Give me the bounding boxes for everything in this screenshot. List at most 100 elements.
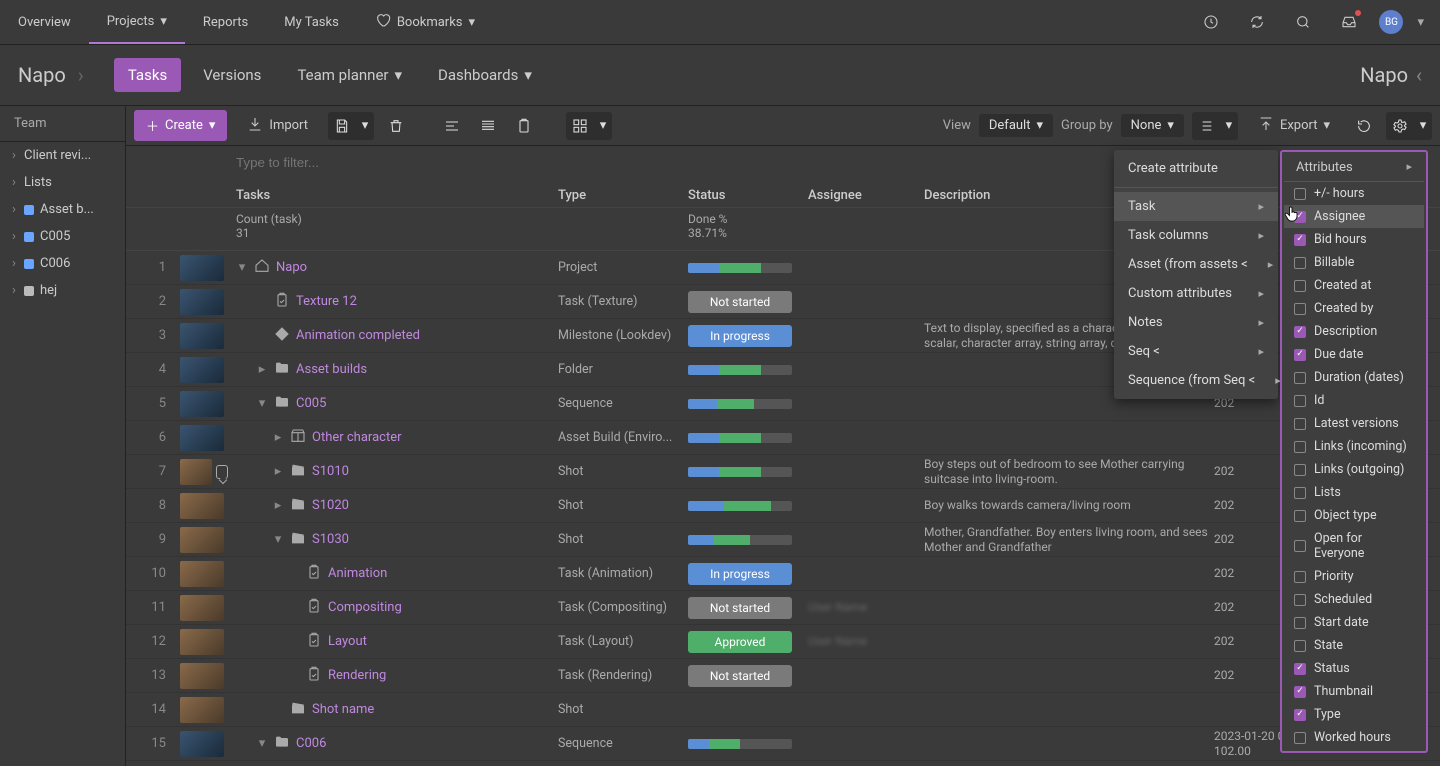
view-select[interactable]: Default▾ (979, 114, 1053, 137)
sidebar-item[interactable]: ›Asset b... (0, 196, 125, 223)
attr-item[interactable]: Object type (1284, 504, 1424, 527)
tab-tasks[interactable]: Tasks (114, 58, 181, 92)
checkbox[interactable] (1294, 594, 1306, 606)
chevron-down-icon[interactable]: ▾ (272, 532, 284, 547)
attr-item[interactable]: Duration (dates) (1284, 366, 1424, 389)
task-link[interactable]: Layout (328, 634, 367, 649)
attr-item[interactable]: Open for Everyone (1284, 527, 1424, 565)
checkbox[interactable] (1294, 617, 1306, 629)
attr-item[interactable]: State (1284, 634, 1424, 657)
align-left-icon[interactable] (438, 112, 466, 140)
list-dense-icon[interactable] (474, 112, 502, 140)
grid-view-icon[interactable] (566, 112, 594, 140)
task-link[interactable]: C005 (296, 396, 326, 411)
create-button[interactable]: ＋Create▾ (134, 110, 227, 141)
chevron-right-icon[interactable]: ▸ (272, 430, 284, 445)
attr-item[interactable]: Type (1284, 703, 1424, 726)
col-status[interactable]: Status (688, 188, 808, 203)
attr-item[interactable]: Description (1284, 320, 1424, 343)
checkbox[interactable] (1294, 418, 1306, 430)
chevron-right-icon[interactable]: ▸ (256, 362, 268, 377)
inbox-icon[interactable] (1333, 6, 1365, 38)
attr-item[interactable]: Start date (1284, 611, 1424, 634)
attr-item[interactable]: Created at (1284, 274, 1424, 297)
checkbox[interactable] (1294, 395, 1306, 407)
ctx-item[interactable]: Task▸ (1114, 192, 1278, 221)
settings-dropdown[interactable]: ▾ (1414, 112, 1432, 140)
task-link[interactable]: S1010 (312, 464, 349, 479)
chevron-down-icon[interactable]: ▾ (236, 260, 248, 275)
task-link[interactable]: Asset builds (296, 362, 367, 377)
ctx-item[interactable]: Asset (from assets <▸ (1114, 250, 1278, 279)
task-link[interactable]: Other character (312, 430, 402, 445)
task-link[interactable]: C006 (296, 736, 326, 751)
attr-item[interactable]: Lists (1284, 481, 1424, 504)
attr-item[interactable]: Billable (1284, 251, 1424, 274)
checkbox[interactable] (1294, 540, 1306, 552)
nav-my-tasks[interactable]: My Tasks (266, 0, 357, 44)
task-link[interactable]: Animation completed (296, 328, 420, 343)
sidebar-item[interactable]: ›C005 (0, 223, 125, 250)
export-button[interactable]: Export▾ (1246, 110, 1342, 142)
task-link[interactable]: Napo (276, 260, 307, 275)
checkbox[interactable] (1294, 257, 1306, 269)
clock-icon[interactable] (1195, 6, 1227, 38)
chevron-right-icon[interactable]: ▸ (272, 464, 284, 479)
tab-team-planner[interactable]: Team planner▾ (283, 58, 416, 92)
clipboard-icon[interactable] (510, 112, 538, 140)
task-link[interactable]: Texture 12 (296, 294, 357, 309)
save-button[interactable] (328, 112, 356, 140)
col-type[interactable]: Type (558, 188, 688, 203)
checkbox[interactable] (1294, 372, 1306, 384)
checkbox[interactable] (1294, 732, 1306, 744)
task-link[interactable]: S1020 (312, 498, 349, 513)
checkbox[interactable] (1294, 709, 1306, 721)
col-tasks[interactable]: Tasks (228, 188, 558, 203)
nav-overview[interactable]: Overview (0, 0, 89, 44)
ctx-item[interactable]: Seq <▸ (1114, 337, 1278, 366)
attr-item[interactable]: Assignee (1284, 205, 1424, 228)
attr-item[interactable]: Created by (1284, 297, 1424, 320)
checkbox[interactable] (1294, 280, 1306, 292)
chevron-right-icon[interactable]: ▸ (272, 498, 284, 513)
sidebar-item[interactable]: ›C006 (0, 250, 125, 277)
sidebar-item[interactable]: ›hej (0, 277, 125, 304)
table-row[interactable]: 9 ▾S1030 Shot Mother, Grandfather. Boy e… (126, 523, 1440, 557)
checkbox[interactable] (1294, 487, 1306, 499)
ctx-item[interactable]: Task columns▸ (1114, 221, 1278, 250)
task-link[interactable]: Animation (328, 566, 387, 581)
user-avatar[interactable]: BG (1379, 10, 1403, 34)
table-row[interactable]: 6 ▸Other character Asset Build (Enviro..… (126, 421, 1440, 455)
col-assignee[interactable]: Assignee (808, 188, 924, 203)
save-dropdown[interactable]: ▾ (356, 112, 374, 140)
refresh-button[interactable] (1350, 112, 1378, 140)
attr-item[interactable]: Links (outgoing) (1284, 458, 1424, 481)
checkbox[interactable] (1294, 188, 1306, 200)
table-row[interactable]: 7 ▸S1010 Shot Boy steps out of bedroom t… (126, 455, 1440, 489)
checkbox[interactable] (1294, 349, 1306, 361)
breadcrumb[interactable]: Napo › (18, 63, 84, 87)
sidebar-item[interactable]: ›Client revi... (0, 142, 125, 169)
chevron-down-icon[interactable]: ▾ (256, 736, 268, 751)
table-row[interactable]: 13 Rendering Task (Rendering) Not starte… (126, 659, 1440, 693)
sync-icon[interactable] (1241, 6, 1273, 38)
chevron-down-icon[interactable]: ▾ (1417, 15, 1424, 30)
attr-item[interactable]: Thumbnail (1284, 680, 1424, 703)
settings-button[interactable] (1386, 112, 1414, 140)
checkbox[interactable] (1294, 441, 1306, 453)
checkbox[interactable] (1294, 326, 1306, 338)
delete-button[interactable] (382, 112, 410, 140)
grid-view-dropdown[interactable]: ▾ (594, 112, 612, 140)
task-link[interactable]: Shot name (312, 702, 374, 717)
table-row[interactable]: 14 Shot name Shot (126, 693, 1440, 727)
chevron-down-icon[interactable]: ▾ (256, 396, 268, 411)
search-icon[interactable] (1287, 6, 1319, 38)
table-row[interactable]: 12 Layout Task (Layout) Approved User Na… (126, 625, 1440, 659)
sidebar-item[interactable]: ›Lists (0, 169, 125, 196)
checkbox[interactable] (1294, 686, 1306, 698)
table-row[interactable]: 15 ▾C006 Sequence 2023-01-20 0 102.00 (126, 727, 1440, 761)
nav-reports[interactable]: Reports (185, 0, 266, 44)
checkbox[interactable] (1294, 571, 1306, 583)
ctx-item[interactable]: Sequence (from Seq <▸ (1114, 366, 1278, 395)
attr-item[interactable]: Priority (1284, 565, 1424, 588)
